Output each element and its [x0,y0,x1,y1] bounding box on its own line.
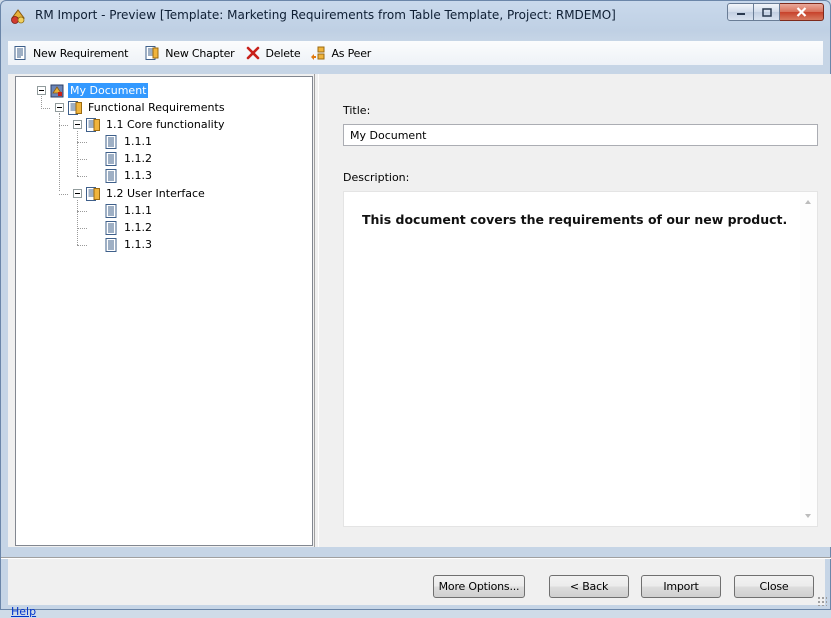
close-window-button[interactable] [780,3,824,21]
tree-node-label: 1.1.1 [124,204,152,217]
tree-node-label: 1.1.3 [124,238,152,251]
as-peer-icon [311,46,325,60]
window-title: RM Import - Preview [Template: Marketing… [35,8,616,22]
more-options-button[interactable]: More Options... [433,575,525,598]
scroll-up-arrow-icon[interactable] [805,200,811,204]
requirement-document-icon [105,168,117,183]
tree-node-label: 1.1.1 [124,135,152,148]
collapse-toggle[interactable] [73,120,82,129]
requirement-document-icon [105,134,117,149]
tree-line [77,159,87,160]
collapse-toggle[interactable] [73,189,82,198]
tree-line [77,142,87,143]
tree-line [77,228,87,229]
tree-node-label: 1.1.2 [124,221,152,234]
document-root-icon [50,84,64,97]
tree-node-label: 1.1 Core functionality [106,118,225,131]
tree-node-requirement[interactable]: 1.1.1 [103,133,154,150]
tree-node-requirement[interactable]: 1.1.3 [103,167,154,184]
tree-line [77,131,78,176]
delete-button[interactable]: Delete [241,42,307,64]
title-field[interactable]: My Document [343,124,818,146]
collapse-toggle[interactable] [55,103,64,112]
requirement-document-icon [14,46,26,60]
new-requirement-label: New Requirement [33,46,129,60]
description-scrollbar[interactable] [800,192,817,526]
resize-grip[interactable] [817,596,827,606]
description-text: This document covers the requirements of… [362,212,788,227]
tree-line [77,200,78,245]
pane-splitter[interactable] [314,74,319,547]
tree-node-root[interactable]: My Document [49,82,149,99]
requirement-document-icon [105,151,117,166]
new-requirement-button[interactable]: New Requirement [8,42,134,64]
tree-node-requirement[interactable]: 1.1.2 [103,150,154,167]
tree-node-chapter-1-2[interactable]: 1.2 User Interface [85,185,207,202]
as-peer-button[interactable]: As Peer [306,42,377,64]
requirement-document-icon [105,220,117,235]
requirement-document-icon [105,203,117,218]
chapter-icon [145,46,159,60]
new-chapter-label: New Chapter [165,46,235,60]
as-peer-label: As Peer [331,46,372,60]
tree-node-label: Functional Requirements [88,101,225,114]
minimize-icon [736,13,745,15]
delete-label: Delete [265,46,301,60]
title-bar[interactable]: RM Import - Preview [Template: Marketing… [1,1,830,31]
description-field[interactable]: This document covers the requirements of… [343,191,818,527]
requirements-tree[interactable]: My Document Functional Requirements 1.1 … [15,76,313,546]
tree-container: My Document Functional Requirements 1.1 … [16,77,312,545]
tree-line [77,245,87,246]
tree-node-label: 1.2 User Interface [106,187,205,200]
tree-node-requirement[interactable]: 1.1.1 [103,202,154,219]
tree-node-label: 1.1.3 [124,169,152,182]
chapter-icon [86,117,100,132]
tree-node-label: 1.1.2 [124,152,152,165]
title-label: Title: [343,104,371,117]
collapse-toggle[interactable] [37,86,46,95]
window-controls [727,3,824,23]
scroll-down-arrow-icon[interactable] [805,514,811,518]
description-label: Description: [343,171,410,184]
import-button[interactable]: Import [641,575,721,598]
tree-node-functional-requirements[interactable]: Functional Requirements [67,99,227,116]
close-icon [796,7,807,17]
import-preview-window: RM Import - Preview [Template: Marketing… [0,0,831,618]
chapter-icon [86,186,100,201]
tree-line [41,108,50,109]
new-chapter-button[interactable]: New Chapter [140,42,240,64]
tree-line [41,93,42,109]
tree-node-chapter-1-1[interactable]: 1.1 Core functionality [85,116,227,133]
rm-import-app-icon [11,9,25,24]
requirement-document-icon [105,237,117,252]
minimize-button[interactable] [727,3,754,21]
toolbar: New Requirement New Chapter Delete As Pe… [8,41,823,65]
tree-line [77,211,87,212]
back-button[interactable]: < Back [549,575,629,598]
tree-line [77,176,87,177]
delete-x-icon [246,46,259,60]
tree-node-label: My Document [68,83,149,98]
close-button[interactable]: Close [734,575,814,598]
maximize-button[interactable] [754,3,780,21]
help-link[interactable]: Help [11,605,36,618]
tree-line [59,125,68,126]
tree-node-requirement[interactable]: 1.1.3 [103,236,154,253]
chapter-icon [68,100,82,115]
tree-line [59,194,68,195]
maximize-icon [761,7,772,17]
tree-node-requirement[interactable]: 1.1.2 [103,219,154,236]
